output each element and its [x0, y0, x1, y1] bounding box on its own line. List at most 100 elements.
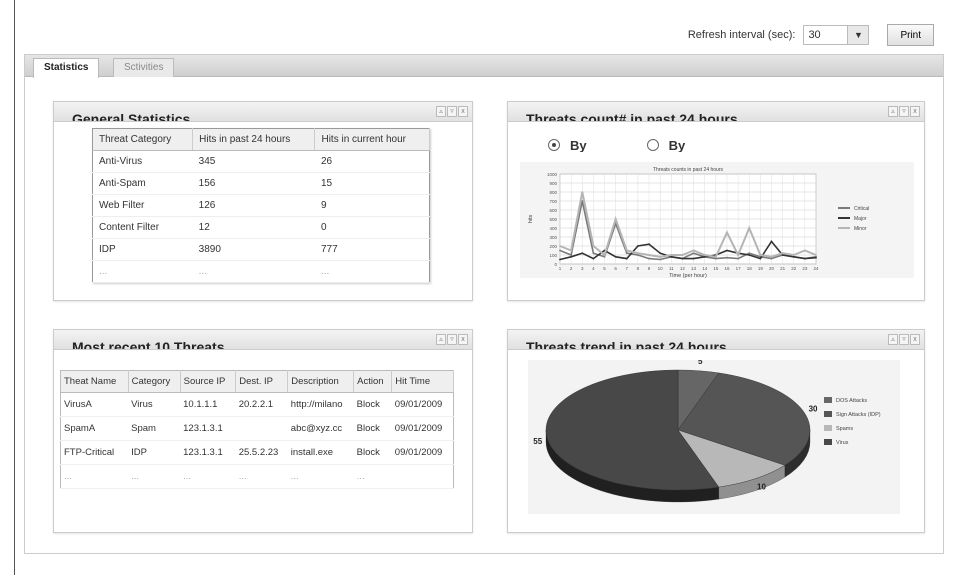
data-point [803, 257, 806, 260]
general-statistics-panel: General Statistics ▵ ▿ x Threat Category… [53, 101, 473, 301]
recent-threats-table: Theat Name Category Source IP Dest. IP D… [60, 370, 454, 489]
table-cell: 345 [192, 150, 315, 173]
expand-icon[interactable]: ▿ [899, 334, 909, 345]
panel-title: Threats trend in past 24 hours [526, 339, 727, 350]
line-chart-svg: 010020030040050060070080090010001 2 3 4 5 6 7 8… [528, 167, 869, 279]
table-row[interactable]: Anti-Spam 156 15 [92, 172, 430, 195]
panel-controls: ▵ ▿ x [436, 106, 468, 117]
table-cell: Block [353, 392, 392, 417]
y-tick-label: 200 [549, 244, 557, 249]
data-point [614, 255, 617, 258]
data-point [648, 257, 650, 260]
data-point [592, 257, 595, 260]
radio-option-1[interactable]: By [548, 138, 587, 152]
data-point [637, 252, 639, 255]
column-header[interactable]: Action [353, 370, 393, 393]
column-header[interactable]: Description [287, 370, 355, 393]
data-point [748, 254, 751, 256]
data-point [625, 252, 628, 255]
tab-activities[interactable]: Sctivities [113, 58, 175, 77]
table-row[interactable]: FTP-Critical IDP 123.1.3.1 25.5.2.23 install… [60, 440, 454, 465]
threat-trend-chart: 5 30 10 55 DOS Attacks Sign Attacks (IDP) Spam… [528, 357, 900, 514]
close-icon[interactable]: x [910, 334, 920, 345]
column-header[interactable]: Theat Name [60, 370, 129, 393]
panel-controls: ▵ ▿ x [436, 334, 468, 345]
data-point [670, 254, 673, 256]
column-header[interactable]: Dest. IP [235, 370, 289, 393]
close-icon[interactable]: x [910, 106, 920, 117]
table-row[interactable]: Content Filter 12 0 [92, 216, 430, 239]
tab-statistics[interactable]: Statistics [33, 58, 100, 78]
data-point [570, 255, 573, 258]
expand-icon[interactable]: ▿ [899, 106, 909, 117]
y-tick-label: 300 [549, 235, 557, 240]
collapse-icon[interactable]: ▵ [888, 334, 898, 345]
legend-label: Virus [836, 440, 849, 446]
data-point [726, 231, 728, 234]
table-row[interactable]: IDP 3890 777 [92, 238, 430, 261]
refresh-interval-select[interactable]: 30 ▼ [803, 25, 870, 45]
table-row[interactable]: SpamA Spam 123.1.3.1 abc@xyz.cc Block 09/01/2… [60, 416, 454, 441]
collapse-icon[interactable]: ▵ [436, 334, 446, 345]
column-header[interactable]: Hits in past 24 hours [192, 128, 316, 151]
table-cell: 26 [314, 150, 430, 173]
x-tick-label: 7 [626, 266, 629, 271]
table-cell: 15 [314, 172, 430, 195]
legend-label: Sign Attacks (IDP) [836, 412, 881, 418]
x-tick-label: 3 [581, 266, 584, 271]
data-point [659, 255, 662, 258]
data-point [659, 252, 662, 255]
table-cell: Virus [128, 392, 181, 417]
column-header[interactable]: Hit Time [391, 370, 454, 393]
radio-unselected-icon[interactable] [646, 139, 659, 151]
radio-selected-icon[interactable] [548, 139, 560, 151]
threat-count-chart: 0 100 200 300 400 500 600 700 800 900 1000 1 2 3 4 5 6 7 8… [520, 162, 914, 279]
data-point [614, 218, 617, 220]
refresh-interval-label: Refresh interval (sec): [687, 29, 796, 41]
data-point [748, 252, 751, 255]
table-cell: IDP [92, 238, 193, 261]
data-point [792, 254, 795, 256]
collapse-icon[interactable]: ▵ [888, 106, 898, 117]
collapse-icon[interactable]: ▵ [436, 106, 446, 117]
data-point [703, 255, 706, 258]
chevron-down-icon[interactable]: ▼ [848, 26, 869, 44]
table-cell [235, 416, 288, 441]
column-header[interactable]: Category [128, 370, 181, 393]
data-point [815, 256, 817, 259]
legend-label: Minor [854, 226, 867, 232]
column-header[interactable]: Hits in current hour [314, 128, 430, 151]
legend-label: Spams [836, 426, 853, 432]
table-cell: http://milano [287, 392, 354, 417]
x-tick-label: 8 [637, 266, 640, 271]
table-row[interactable]: Web Filter 126 9 [92, 194, 430, 217]
data-point [781, 252, 784, 255]
panel-controls: ▵ ▿ x [888, 334, 920, 345]
column-header[interactable]: Source IP [180, 370, 237, 393]
data-point [759, 254, 762, 256]
y-tick-label: 0 [554, 262, 557, 267]
column-header[interactable]: Threat Category [92, 128, 194, 151]
expand-icon[interactable]: ▿ [447, 334, 457, 345]
expand-icon[interactable]: ▿ [447, 106, 457, 117]
x-tick-label: 15 [713, 266, 719, 271]
data-point [648, 254, 650, 256]
data-point [737, 254, 739, 256]
data-point [692, 252, 695, 255]
table-cell: 9 [314, 194, 430, 217]
data-point [559, 249, 561, 252]
table-row[interactable]: Anti-Virus 345 26 [92, 150, 430, 173]
refresh-interval-value[interactable]: 30 [804, 26, 849, 44]
table-row[interactable]: VirusA Virus 10.1.1.1 20.2.2.1 http://milano… [60, 392, 454, 417]
close-icon[interactable]: x [458, 334, 468, 345]
radio-option-2[interactable]: By [646, 138, 685, 152]
table-cell: 123.1.3.1 [180, 416, 236, 441]
panel-header: Threats count# in past 24 hours ▵ ▿ x [508, 102, 924, 122]
x-tick-label: 22 [791, 266, 797, 271]
print-button[interactable]: Print [887, 24, 934, 46]
data-point [625, 249, 628, 252]
data-point [792, 255, 795, 258]
y-tick-label: 600 [549, 208, 557, 213]
pie-data-label: 5 [698, 360, 703, 366]
close-icon[interactable]: x [458, 106, 468, 117]
